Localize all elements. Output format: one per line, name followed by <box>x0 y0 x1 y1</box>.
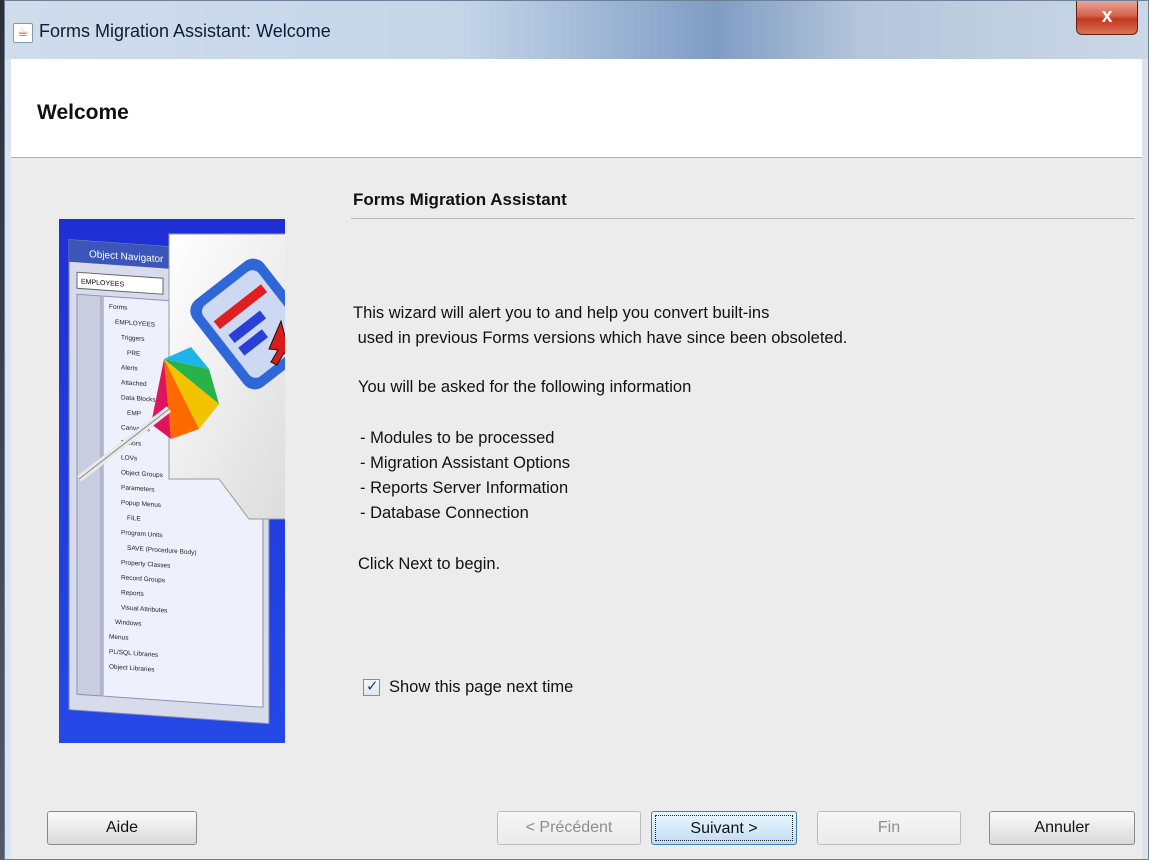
title-bar[interactable]: ☕ Forms Migration Assistant: Welcome x <box>5 1 1148 59</box>
navigator-tree-item: Menus <box>109 634 129 642</box>
close-button[interactable]: x <box>1076 1 1138 35</box>
wizard-header: Welcome <box>11 59 1142 158</box>
checkmark-icon: ✓ <box>366 677 379 695</box>
info-item: - Reports Server Information <box>360 479 569 497</box>
window-title: Forms Migration Assistant: Welcome <box>39 21 331 41</box>
help-button[interactable]: Aide <box>47 811 197 845</box>
section-heading: Forms Migration Assistant <box>353 190 567 209</box>
finish-button[interactable]: Fin <box>817 811 961 845</box>
navigator-tree-item: Alerts <box>121 364 138 372</box>
navigator-tree-item: LOVs <box>121 454 138 462</box>
intro-line-1: This wizard will alert you to and help y… <box>353 304 770 322</box>
show-next-time-checkbox[interactable]: ✓ <box>363 677 380 696</box>
back-button[interactable]: < Précédent <box>497 811 641 845</box>
show-next-time-label[interactable]: Show this page next time <box>389 678 573 697</box>
heading-divider <box>351 218 1135 219</box>
wizard-window: ☕ Forms Migration Assistant: Welcome x W… <box>4 0 1149 860</box>
info-item: - Modules to be processed <box>360 429 555 447</box>
java-app-icon: ☕ <box>13 23 33 43</box>
navigator-tree-item: EMP <box>127 410 141 418</box>
wizard-content: Welcome Object Navigator EMPLOYEES Forms… <box>11 59 1142 859</box>
navigator-tree-item: FILE <box>127 515 141 523</box>
navigator-tree-item: Forms <box>109 304 128 312</box>
cancel-button[interactable]: Annuler <box>989 811 1135 845</box>
info-intro: You will be asked for the following info… <box>358 378 692 396</box>
info-item: - Database Connection <box>360 504 529 522</box>
info-item: - Migration Assistant Options <box>360 454 571 472</box>
intro-line-2: used in previous Forms versions which ha… <box>353 329 848 347</box>
next-button-label: Suivant > <box>655 815 793 841</box>
navigator-tree-item: PRE <box>127 350 141 358</box>
next-button[interactable]: Suivant > <box>651 811 797 845</box>
click-next-text: Click Next to begin. <box>358 555 501 573</box>
page-title: Welcome <box>37 101 129 124</box>
wizard-illustration: Object Navigator EMPLOYEES FormsEMPLOYEE… <box>59 219 285 743</box>
